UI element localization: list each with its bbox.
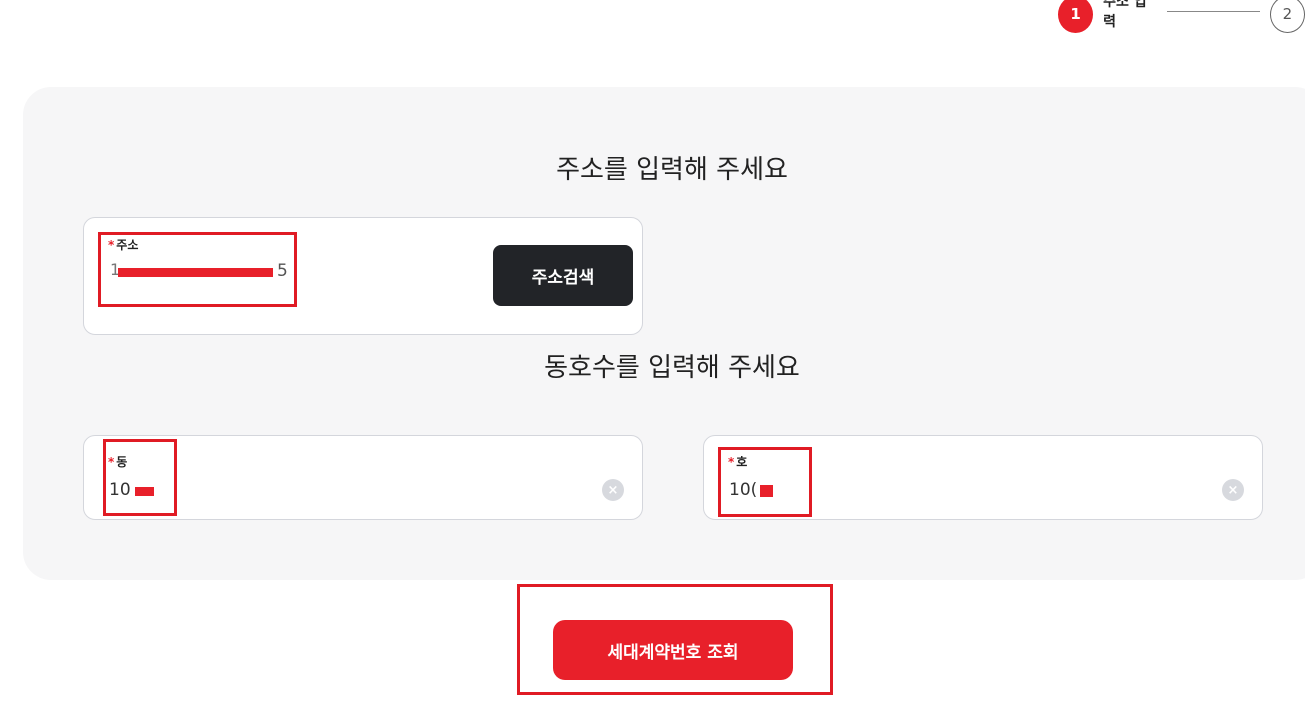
step-1-label: 주소 입력 xyxy=(1103,0,1147,30)
dong-clear-icon[interactable]: × xyxy=(602,479,624,501)
step-connector xyxy=(1166,10,1260,12)
address-section-title: 주소를 입력해 주세요 xyxy=(556,155,788,185)
address-search-button[interactable]: 주소검색 xyxy=(493,245,633,306)
ho-clear-icon[interactable]: × xyxy=(1222,479,1244,501)
address-highlight-box xyxy=(98,232,297,307)
dong-highlight-box xyxy=(103,439,177,516)
step-2-indicator: 2 xyxy=(1269,0,1305,33)
ho-highlight-box xyxy=(718,447,812,517)
contract-number-lookup-button[interactable]: 세대계약번호 조회 xyxy=(553,620,793,680)
step-1-indicator: 1 xyxy=(1058,0,1094,33)
progress-stepper: 1 주소 입력 2 xyxy=(1058,0,1305,34)
unit-section-title: 동호수를 입력해 주세요 xyxy=(544,353,800,383)
